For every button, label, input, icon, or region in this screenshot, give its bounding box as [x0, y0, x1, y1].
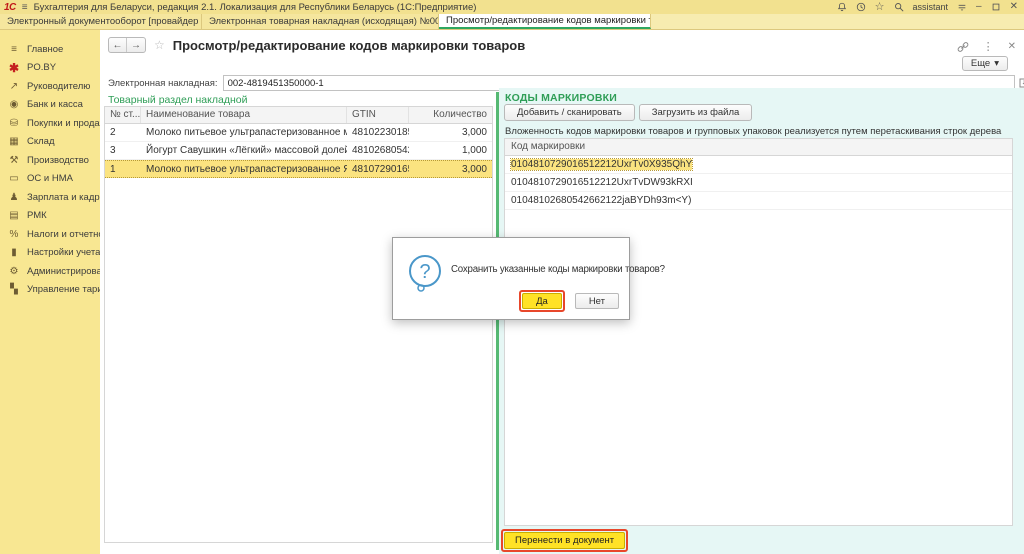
invoice-field-label: Электронная накладная:	[108, 78, 218, 89]
current-user[interactable]: assistant	[913, 2, 949, 12]
tab-bar: Электронный документооборот [провайдер -…	[0, 14, 1024, 30]
purchases-sales-icon: ⛁	[8, 118, 20, 129]
marking-codes-table: Код маркировки 0104810729016512212UxrTv0…	[504, 138, 1013, 526]
fixed-assets-icon: ▭	[8, 173, 20, 184]
yes-button[interactable]: Да	[522, 293, 562, 309]
forward-button[interactable]: →	[127, 38, 145, 52]
sidebar-item-bank-cash[interactable]: ◉Банк и касса	[0, 96, 100, 115]
sidebar-item-taxes[interactable]: %Налоги и отчетность	[0, 225, 100, 244]
tab-label: Электронный документооборот [провайдер -…	[7, 16, 202, 27]
marking-codes-panel: КОДЫ МАРКИРОВКИ Добавить / сканировать З…	[499, 88, 1024, 554]
taxes-icon: %	[8, 229, 20, 240]
sidebar-item-salary-staff[interactable]: ♟Зарплата и кадры	[0, 188, 100, 207]
tab-label: Просмотр/редактирование кодов маркировки…	[446, 15, 651, 26]
sidebar-item-po-by[interactable]: ✱PO.BY	[0, 59, 100, 78]
search-icon[interactable]	[894, 2, 904, 12]
sidebar-item-rmk[interactable]: ▤РМК	[0, 207, 100, 226]
po-by-icon: ✱	[8, 61, 20, 75]
tab-edocument-flow[interactable]: Электронный документооборот [провайдер -…	[0, 14, 202, 29]
close-form-icon[interactable]: ✕	[1008, 41, 1016, 52]
minimize-button[interactable]: –	[976, 2, 982, 12]
main-hamburger-icon[interactable]: ≡	[22, 2, 28, 13]
goods-table-header[interactable]: № ст... Наименование товара GTIN Количес…	[105, 107, 492, 124]
marking-section-title: КОДЫ МАРКИРОВКИ	[505, 92, 617, 104]
no-button[interactable]: Нет	[575, 293, 619, 309]
sidebar-item-manager[interactable]: ↗Руководителю	[0, 77, 100, 96]
window-titlebar: 1С ≡ Бухгалтерия для Беларуси, редакция …	[0, 0, 1024, 14]
question-icon: ?	[407, 253, 443, 295]
tab-label: Электронная товарная накладная (исходяща…	[209, 16, 439, 27]
transfer-to-document-button[interactable]: Перенести в документ	[504, 532, 625, 549]
table-row-selected[interactable]: 1 Молоко питьевое ультрапастеризованное …	[105, 160, 492, 178]
code-row[interactable]: 0104810729016512212UxrTvDW93kRXI	[505, 174, 1012, 192]
chevron-down-icon: ▾	[994, 58, 999, 69]
sidebar-item-warehouse[interactable]: ▦Склад	[0, 133, 100, 152]
load-from-file-button[interactable]: Загрузить из файла	[639, 104, 753, 121]
1c-logo-icon: 1С	[4, 2, 16, 13]
bank-cash-icon: ◉	[8, 99, 20, 110]
goods-section-title: Товарный раздел накладной	[108, 94, 247, 106]
sidebar-item-accounting-settings[interactable]: ▮Настройки учета	[0, 244, 100, 263]
warehouse-icon: ▦	[8, 136, 20, 147]
goods-table: № ст... Наименование товара GTIN Количес…	[104, 106, 493, 543]
table-row[interactable]: 2 Молоко питьевое ультрапастеризованное …	[105, 124, 492, 142]
cash-register-icon: ▤	[8, 210, 20, 221]
nesting-hint-text: Вложенность кодов маркировки товаров и г…	[505, 126, 1001, 137]
accounting-settings-icon: ▮	[8, 247, 20, 258]
page-title: Просмотр/редактирование кодов маркировки…	[173, 38, 525, 53]
window-title: Бухгалтерия для Беларуси, редакция 2.1. …	[34, 2, 477, 13]
code-row-selected[interactable]: 0104810729016512212UxrTv0X935QhY	[505, 156, 1012, 174]
administration-icon: ⚙	[8, 266, 20, 277]
production-icon: ⚒	[8, 155, 20, 166]
table-row[interactable]: 3 Йогурт Савушкин «Лёгкий» массовой доле…	[105, 142, 492, 160]
history-clock-icon[interactable]	[856, 2, 866, 12]
sidebar-item-production[interactable]: ⚒Производство	[0, 151, 100, 170]
tab-waybill[interactable]: Электронная товарная накладная (исходяща…	[202, 14, 439, 29]
dialog-message: Сохранить указанные коды маркировки това…	[451, 264, 665, 275]
sidebar-item-fixed-assets[interactable]: ▭ОС и НМА	[0, 170, 100, 189]
close-window-button[interactable]: ✕	[1010, 2, 1018, 12]
tariff-icon: ▚	[8, 284, 20, 295]
code-row[interactable]: 01048102680542662122jaBYDh93m<Y)	[505, 192, 1012, 210]
section-sidebar: ≡Главное ✱PO.BY ↗Руководителю ◉Банк и ка…	[0, 30, 100, 554]
notifications-bell-icon[interactable]	[837, 2, 847, 12]
sidebar-item-main[interactable]: ≡Главное	[0, 40, 100, 59]
svg-text:?: ?	[419, 261, 430, 283]
manager-chart-icon: ↗	[8, 81, 20, 92]
sidebar-item-purchases-sales[interactable]: ⛁Покупки и продажи	[0, 114, 100, 133]
tab-marking-codes[interactable]: Просмотр/редактирование кодов маркировки…	[439, 14, 651, 29]
service-menu-icon[interactable]	[957, 2, 967, 12]
back-button[interactable]: ←	[109, 38, 127, 52]
form-content: ← → ☆ Просмотр/редактирование кодов марк…	[100, 30, 1024, 554]
save-confirmation-dialog: ? Сохранить указанные коды маркировки то…	[392, 237, 630, 320]
get-link-icon[interactable]	[957, 41, 969, 53]
salary-staff-icon: ♟	[8, 192, 20, 203]
favorite-star-icon[interactable]: ☆	[154, 38, 165, 52]
codes-table-header[interactable]: Код маркировки	[505, 139, 1012, 156]
sidebar-item-administration[interactable]: ⚙Администрирование	[0, 262, 100, 281]
more-menu-icon[interactable]: ⋮	[983, 40, 994, 53]
favorites-star-icon[interactable]: ☆	[875, 2, 885, 12]
click-target-annotation: Да	[519, 290, 565, 312]
add-scan-button[interactable]: Добавить / сканировать	[504, 104, 635, 121]
restore-window-button[interactable]	[991, 2, 1001, 12]
more-button[interactable]: Еще▾	[962, 56, 1008, 71]
main-menu-icon: ≡	[8, 44, 20, 55]
click-target-annotation: Перенести в документ	[501, 529, 628, 552]
sidebar-item-tariff[interactable]: ▚Управление тарифом	[0, 281, 100, 300]
